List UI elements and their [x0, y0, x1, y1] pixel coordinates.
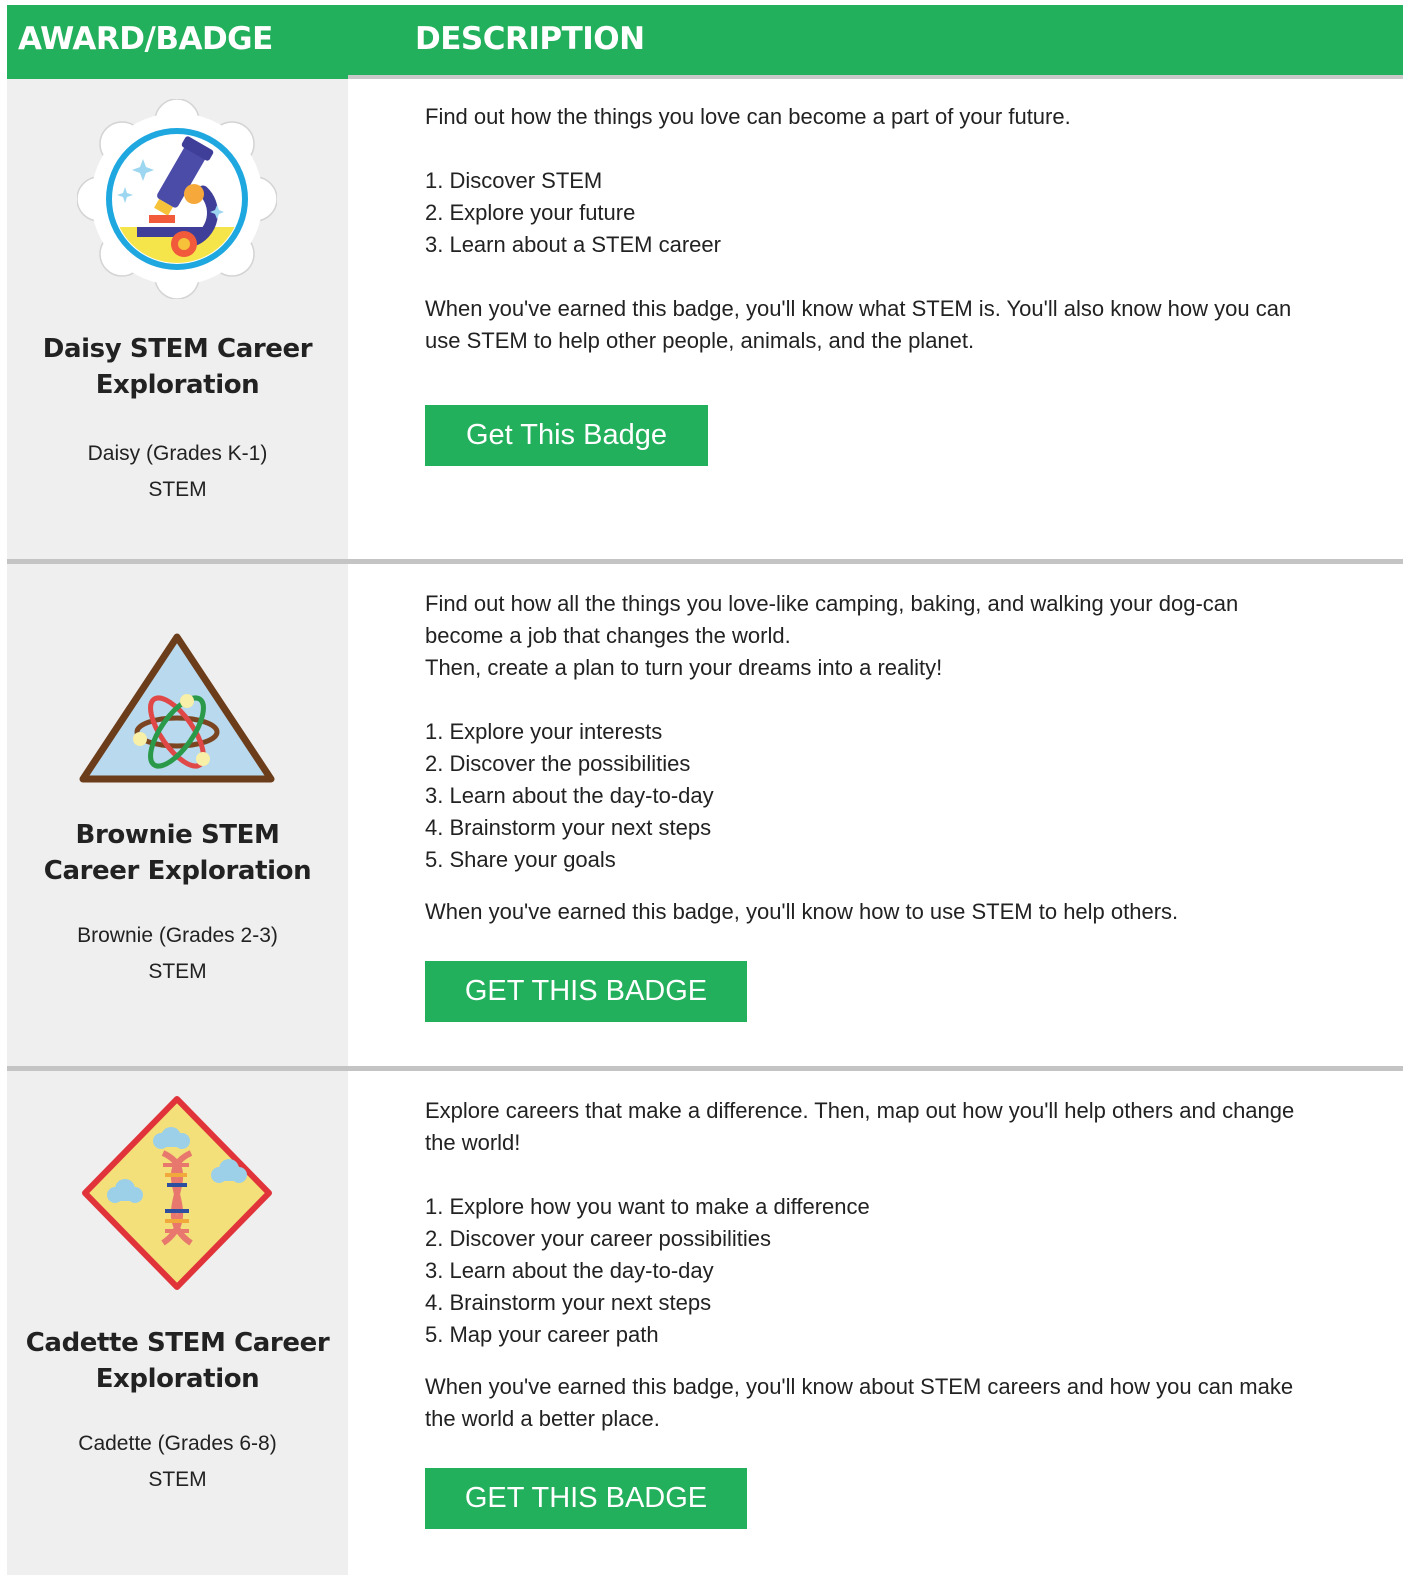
badge-cell: Daisy STEM Career Exploration Daisy (Gra…: [7, 79, 348, 559]
badge-level: Cadette (Grades 6-8): [78, 1432, 277, 1455]
badge-title-line2: Exploration: [95, 370, 260, 400]
header-description: DESCRIPTION: [415, 21, 645, 57]
badge-cell: Cadette STEM Career Exploration Cadette …: [7, 1071, 348, 1575]
badge-title-line2: Career Exploration: [43, 856, 312, 886]
intro-text: Find out how the things you love can bec…: [425, 104, 1071, 129]
badge-title-line1: Cadette STEM Career: [25, 1328, 330, 1358]
get-badge-button[interactable]: GET THIS BADGE: [425, 1468, 747, 1529]
dna-badge-icon: [82, 1096, 272, 1290]
step-item: 3. Learn about the day-to-day: [425, 783, 714, 808]
badge-table: AWARD/BADGE DESCRIPTION Daisy STEM Caree…: [7, 5, 1403, 1575]
step-item: 5. Map your career path: [425, 1322, 659, 1347]
step-item: 3. Learn about the day-to-day: [425, 1258, 714, 1283]
table-row: Brownie STEM Career Exploration Brownie …: [7, 564, 1403, 1066]
table-header: AWARD/BADGE DESCRIPTION: [7, 5, 1403, 79]
atom-badge-icon: [79, 633, 275, 783]
intro-text: Then, create a plan to turn your dreams …: [425, 655, 943, 680]
badge-description: Find out how the things you love can bec…: [425, 101, 1390, 357]
badge-level: Daisy (Grades K-1): [87, 442, 268, 465]
intro-text: Find out how all the things you love-lik…: [425, 591, 1239, 616]
outcome-text: When you've earned this badge, you'll kn…: [425, 1374, 1294, 1399]
step-item: 2. Discover the possibilities: [425, 751, 691, 776]
intro-text: the world!: [425, 1130, 521, 1155]
badge-title-line1: Brownie STEM: [75, 820, 280, 850]
outcome-text: the world a better place.: [425, 1406, 660, 1431]
badge-description: Find out how all the things you love-lik…: [425, 588, 1390, 928]
get-badge-button[interactable]: Get This Badge: [425, 405, 708, 466]
step-item: 3. Learn about a STEM career: [425, 232, 721, 257]
step-item: 1. Explore your interests: [425, 719, 663, 744]
badge-category: STEM: [148, 478, 207, 501]
step-item: 4. Brainstorm your next steps: [425, 1290, 712, 1315]
step-item: 1. Discover STEM: [425, 168, 603, 193]
outcome-text: When you've earned this badge, you'll kn…: [425, 899, 1179, 924]
table-row: Daisy STEM Career Exploration Daisy (Gra…: [7, 79, 1403, 559]
step-item: 5. Share your goals: [425, 847, 616, 872]
badge-cell: Brownie STEM Career Exploration Brownie …: [7, 564, 348, 1066]
badge-title-line1: Daisy STEM Career: [42, 334, 313, 364]
outcome-text: When you've earned this badge, you'll kn…: [425, 296, 1292, 321]
step-item: 1. Explore how you want to make a differ…: [425, 1194, 870, 1219]
badge-level: Brownie (Grades 2-3): [77, 924, 278, 947]
step-item: 4. Brainstorm your next steps: [425, 815, 712, 840]
microscope-badge-icon: [77, 99, 277, 299]
badge-description: Explore careers that make a difference. …: [425, 1095, 1390, 1435]
table-row: Cadette STEM Career Exploration Cadette …: [7, 1071, 1403, 1575]
badge-category: STEM: [148, 960, 207, 983]
get-badge-button[interactable]: GET THIS BADGE: [425, 961, 747, 1022]
badge-category: STEM: [148, 1468, 207, 1491]
step-item: 2. Explore your future: [425, 200, 636, 225]
badge-title-line2: Exploration: [95, 1364, 260, 1394]
intro-text: Explore careers that make a difference. …: [425, 1098, 1295, 1123]
step-item: 2. Discover your career possibilities: [425, 1226, 772, 1251]
header-award-badge: AWARD/BADGE: [18, 21, 273, 57]
intro-text: become a job that changes the world.: [425, 623, 791, 648]
outcome-text: use STEM to help other people, animals, …: [425, 328, 975, 353]
